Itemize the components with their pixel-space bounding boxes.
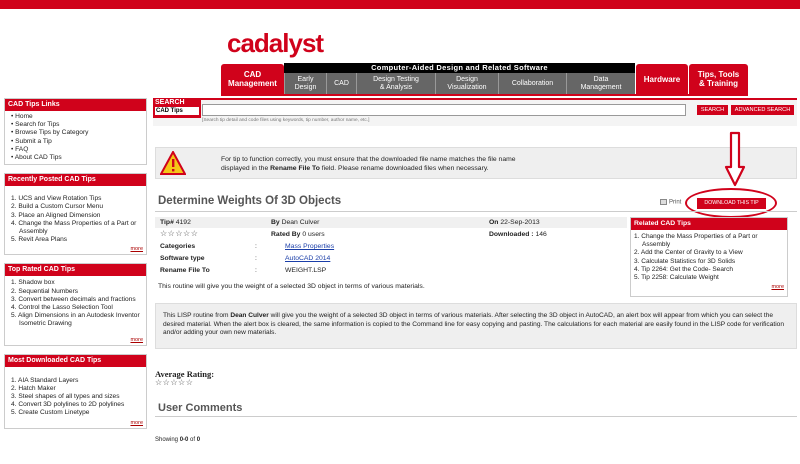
search-hint: [Search tip detail and code files using … [202, 118, 370, 123]
related-more-link[interactable]: more [631, 282, 787, 292]
nav-hardware[interactable]: Hardware [636, 64, 688, 94]
top-rated-title: Top Rated CAD Tips [5, 264, 146, 277]
nav-data-management[interactable]: Data Management [566, 73, 635, 94]
categories-colon: : [255, 243, 257, 250]
recent-tips-title: Recently Posted CAD Tips [5, 174, 146, 187]
recent-tip-item[interactable]: Revit Area Plans [11, 236, 142, 244]
downloaded-count: Downloaded : 146 [489, 231, 547, 238]
nav-cad[interactable]: CAD [326, 73, 356, 94]
sidebar-link-search[interactable]: Search for Tips [11, 121, 142, 129]
search-input[interactable] [202, 104, 686, 116]
nav-collaboration[interactable]: Collaboration [498, 73, 566, 94]
top-rated-item[interactable]: Align Dimensions in an Autodesk Inventor… [11, 312, 142, 328]
recent-tip-item[interactable]: Place an Aligned Dimension [11, 212, 142, 220]
sidebar-link-faq[interactable]: FAQ [11, 146, 142, 154]
most-downloaded-box: Most Downloaded CAD Tips AIA Standard La… [4, 353, 147, 429]
nav-tips-tools[interactable]: Tips, Tools & Training [689, 64, 748, 94]
software-colon: : [255, 255, 257, 262]
user-comments-title: User Comments [158, 402, 243, 414]
related-tip-item[interactable]: Calculate Statistics for 3D Solids [634, 258, 784, 266]
search-button[interactable]: SEARCH [697, 105, 728, 115]
arrow-down-icon [724, 131, 746, 189]
nav-tagline: Computer-Aided Design and Related Softwa… [284, 63, 635, 73]
title-divider [155, 211, 797, 212]
tip-date: On 22-Sep-2013 [489, 219, 540, 226]
average-rating-stars: ☆☆☆☆☆ [155, 378, 194, 387]
categories-value[interactable]: Mass Properties [285, 243, 334, 250]
most-downloaded-item[interactable]: AIA Standard Layers [11, 377, 142, 385]
most-downloaded-item[interactable]: Convert 3D polylines to 2D polylines [11, 401, 142, 409]
software-value[interactable]: AutoCAD 2014 [285, 255, 330, 262]
top-rated-more-link[interactable]: more [5, 331, 146, 345]
rename-colon: : [255, 267, 257, 274]
sidebar: CAD Tips Links Home Search for Tips Brow… [4, 98, 147, 437]
top-rated-box: Top Rated CAD Tips Shadow box Sequential… [4, 263, 147, 346]
most-downloaded-item[interactable]: Create Custom Linetype [11, 409, 142, 417]
top-rated-item[interactable]: Control the Lasso Selection Tool [11, 304, 142, 312]
nav-underline [221, 94, 748, 96]
site-logo[interactable]: cadalyst [227, 28, 324, 59]
page-title: Determine Weights Of 3D Objects [158, 195, 342, 207]
related-tip-item[interactable]: Tip 2264: Get the Code- Search [634, 266, 784, 274]
print-icon [660, 199, 667, 205]
most-downloaded-item[interactable]: Hatch Maker [11, 385, 142, 393]
sidebar-link-browse[interactable]: Browse Tips by Category [11, 129, 142, 137]
recent-more-link[interactable]: more [5, 246, 146, 254]
rating-stars[interactable]: ☆☆☆☆☆ [160, 229, 198, 238]
info-row-bg [155, 217, 627, 228]
top-bar [0, 0, 800, 9]
info-row-bg-2 [155, 229, 627, 240]
sidebar-link-submit[interactable]: Submit a Tip [11, 138, 142, 146]
related-tip-item[interactable]: Tip 2258: Calculate Weight [634, 274, 784, 282]
related-tips-box: Related CAD Tips Change the Mass Propert… [630, 217, 788, 297]
top-rated-item[interactable]: Convert between decimals and fractions [11, 296, 142, 304]
nav-design-testing[interactable]: Design Testing & Analysis [356, 73, 435, 94]
recent-tip-item[interactable]: Build a Custom Cursor Menu [11, 203, 142, 211]
related-tips-title: Related CAD Tips [631, 218, 787, 230]
sidebar-links-box: CAD Tips Links Home Search for Tips Brow… [4, 98, 147, 166]
tip-number: Tip# 4192 [160, 219, 191, 226]
rename-value: WEIGHT.LSP [285, 267, 327, 274]
related-tip-item[interactable]: Change the Mass Properties of a Part or … [634, 233, 784, 249]
long-description: This LISP routine from Dean Culver will … [163, 312, 785, 337]
rename-label: Rename File To [160, 267, 210, 274]
top-rated-item[interactable]: Sequential Numbers [11, 288, 142, 296]
comments-divider [155, 416, 797, 417]
print-link[interactable]: Print [660, 199, 681, 206]
software-label: Software type [160, 255, 205, 262]
most-downloaded-item[interactable]: Steel shapes of all types and sizes [11, 393, 142, 401]
related-tip-item[interactable]: Add the Center of Gravity to a View [634, 249, 784, 257]
recent-tip-item[interactable]: Change the Mass Properties of a Part or … [11, 220, 142, 236]
categories-label: Categories [160, 243, 196, 250]
comments-count: Showing 0-0 of 0 [155, 437, 201, 443]
recent-tip-item[interactable]: UCS and View Rotation Tips [11, 195, 142, 203]
most-downloaded-title: Most Downloaded CAD Tips [5, 354, 146, 367]
most-downloaded-more-link[interactable]: more [5, 420, 146, 428]
recent-tips-box: Recently Posted CAD Tips UCS and View Ro… [4, 173, 147, 256]
short-description: This routine will give you the weight of… [158, 283, 425, 290]
sidebar-link-home[interactable]: Home [11, 113, 142, 121]
rated-by: Rated By 0 users [271, 231, 325, 238]
search-label: SEARCH CAD Tips [153, 98, 201, 118]
advanced-search-button[interactable]: ADVANCED SEARCH [731, 105, 794, 115]
sidebar-links-title: CAD Tips Links [5, 99, 146, 111]
nav-design-visualization[interactable]: Design Visualization [435, 73, 498, 94]
notice-text: For tip to function correctly, you must … [221, 156, 516, 172]
top-rated-item[interactable]: Shadow box [11, 279, 142, 287]
nav-cad-management[interactable]: CAD Management [221, 64, 284, 94]
tip-author: By Dean Culver [271, 219, 320, 226]
download-tip-button[interactable]: DOWNLOAD THIS TIP [697, 198, 766, 209]
warning-icon [159, 149, 187, 177]
nav-early-design[interactable]: Early Design [284, 73, 326, 94]
sidebar-link-about[interactable]: About CAD Tips [11, 154, 142, 162]
